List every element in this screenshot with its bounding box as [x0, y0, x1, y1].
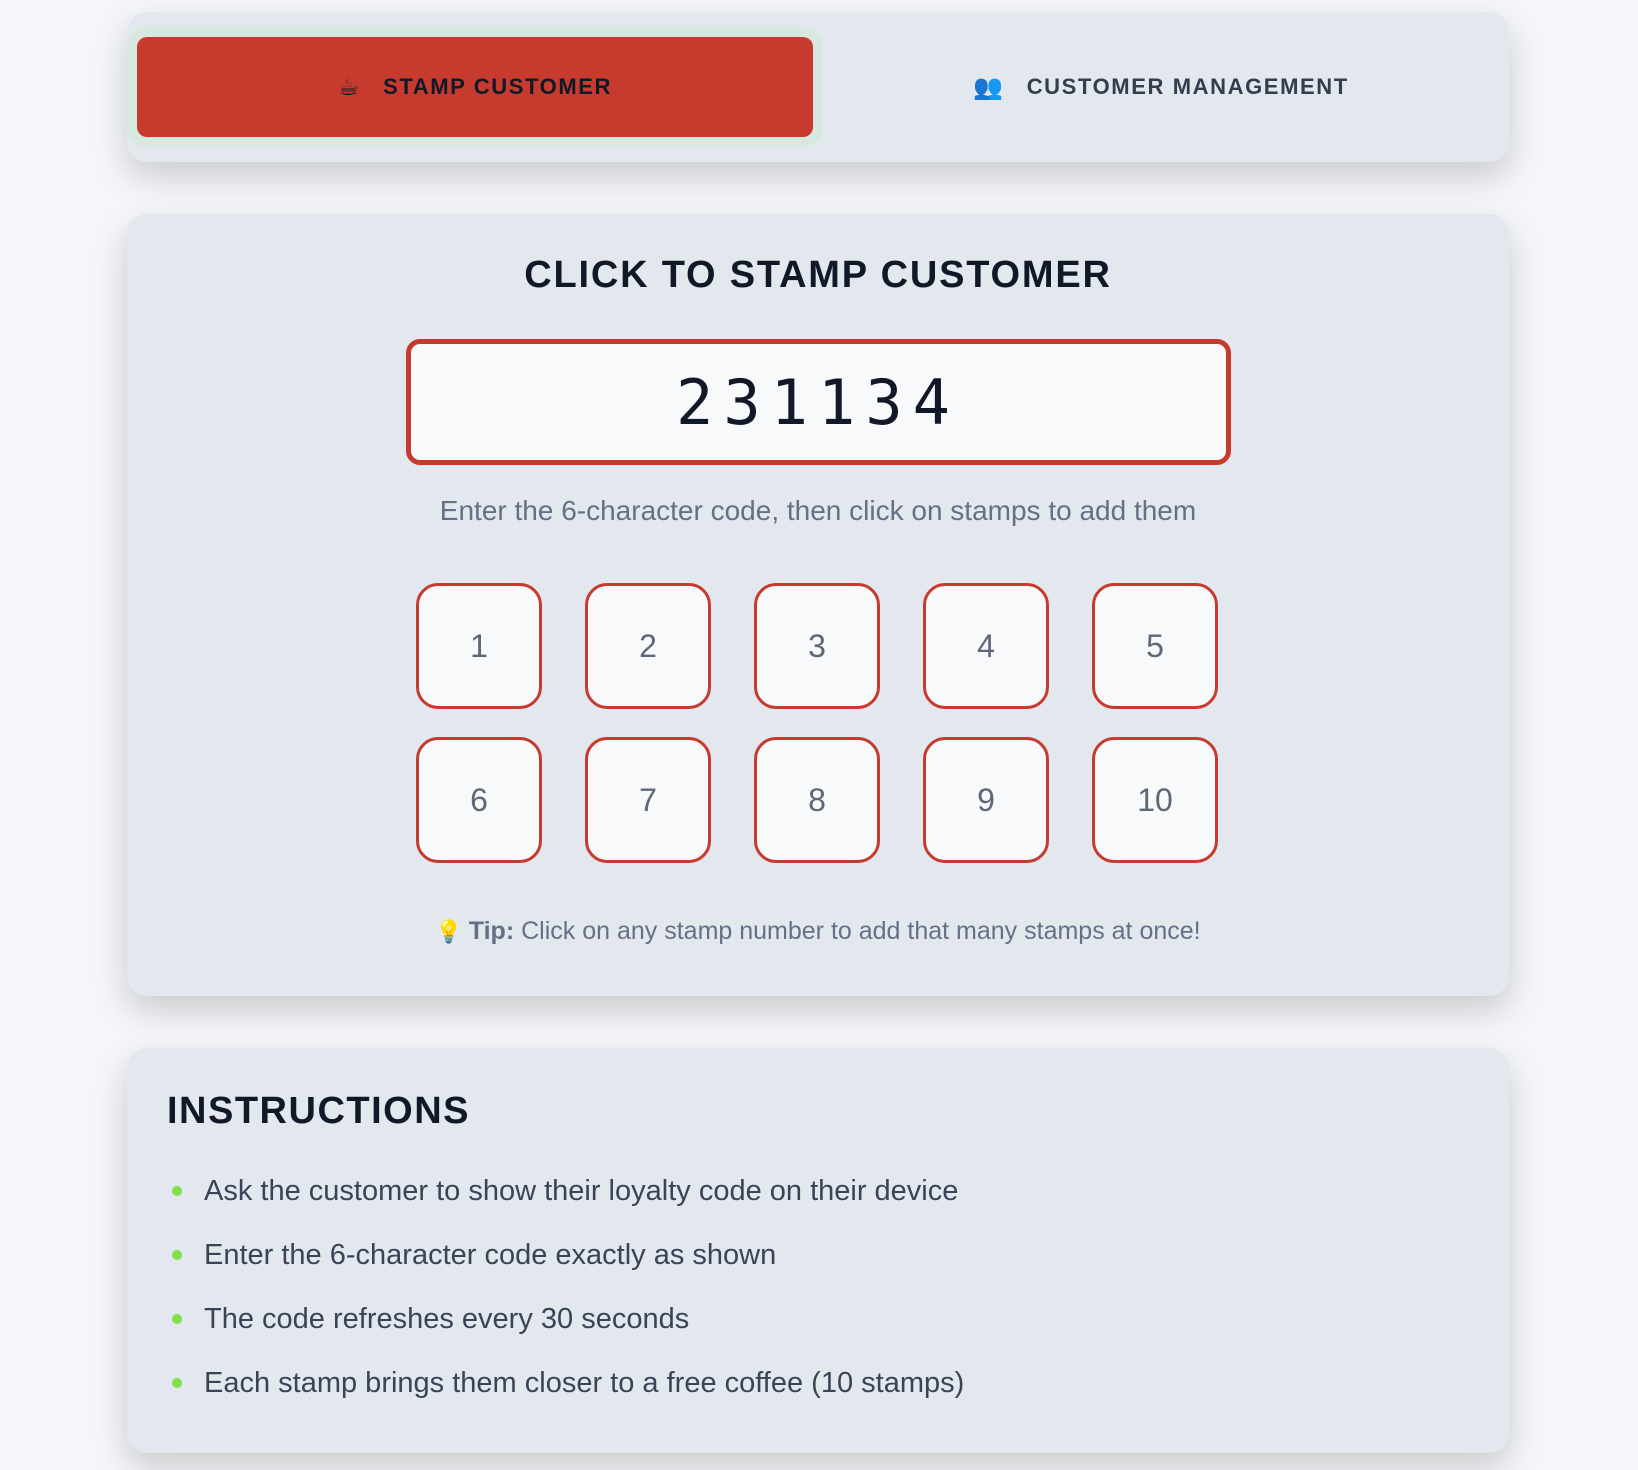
instruction-text: The code refreshes every 30 seconds [204, 1303, 690, 1335]
coffee-cup-icon: ☕ [337, 73, 362, 101]
stamp-button-7[interactable]: 7 [585, 737, 711, 863]
stamp-button-4[interactable]: 4 [923, 583, 1049, 709]
bullet-icon [172, 1378, 182, 1388]
stamp-card: CLICK TO STAMP CUSTOMER Enter the 6-char… [127, 214, 1509, 996]
stamp-button-9[interactable]: 9 [923, 737, 1049, 863]
bullet-icon [172, 1186, 182, 1196]
tip-text: 💡 Tip: Click on any stamp number to add t… [127, 917, 1509, 946]
list-item: Ask the customer to show their loyalty c… [167, 1159, 1469, 1223]
stamp-button-1[interactable]: 1 [416, 583, 542, 709]
bullet-icon [172, 1250, 182, 1260]
stamp-section-title: CLICK TO STAMP CUSTOMER [524, 254, 1112, 296]
code-input[interactable] [405, 339, 1231, 465]
tip-body: Click on any stamp number to add that ma… [514, 917, 1201, 945]
tab-label: CUSTOMER MANAGEMENT [1026, 74, 1349, 99]
instruction-text: Enter the 6-character code exactly as sh… [204, 1239, 777, 1271]
bullet-icon [172, 1314, 182, 1324]
tab-bar: ☕ STAMP CUSTOMER 👥 CUSTOMER MANAGEMENT [127, 12, 1509, 162]
stamp-button-6[interactable]: 6 [416, 737, 542, 863]
stamp-button-10[interactable]: 10 [1092, 737, 1218, 863]
tab-label: STAMP CUSTOMER [383, 74, 613, 99]
tip-label: Tip: [468, 917, 515, 945]
tab-stamp-customer[interactable]: ☕ STAMP CUSTOMER [137, 37, 813, 137]
instructions-title: INSTRUCTIONS [167, 1090, 470, 1132]
stamp-button-8[interactable]: 8 [754, 737, 880, 863]
instruction-text: Each stamp brings them closer to a free … [204, 1367, 965, 1399]
list-item: Each stamp brings them closer to a free … [167, 1351, 1469, 1415]
list-item: Enter the 6-character code exactly as sh… [167, 1223, 1469, 1287]
stamp-button-5[interactable]: 5 [1092, 583, 1218, 709]
tab-customer-management[interactable]: 👥 CUSTOMER MANAGEMENT [823, 37, 1499, 137]
lightbulb-icon: 💡 [435, 919, 463, 944]
stamp-button-3[interactable]: 3 [754, 583, 880, 709]
stamp-button-2[interactable]: 2 [585, 583, 711, 709]
instructions-list: Ask the customer to show their loyalty c… [167, 1159, 1469, 1415]
instruction-text: Ask the customer to show their loyalty c… [204, 1175, 959, 1207]
stamp-grid: 1 2 3 4 5 6 7 8 9 10 [416, 583, 1220, 863]
users-icon: 👥 [973, 73, 1005, 101]
page: ☕ STAMP CUSTOMER 👥 CUSTOMER MANAGEMENT C… [127, 12, 1509, 1453]
list-item: The code refreshes every 30 seconds [167, 1287, 1469, 1351]
code-hint: Enter the 6-character code, then click o… [439, 495, 1197, 526]
instructions-card: INSTRUCTIONS Ask the customer to show th… [127, 1048, 1509, 1453]
